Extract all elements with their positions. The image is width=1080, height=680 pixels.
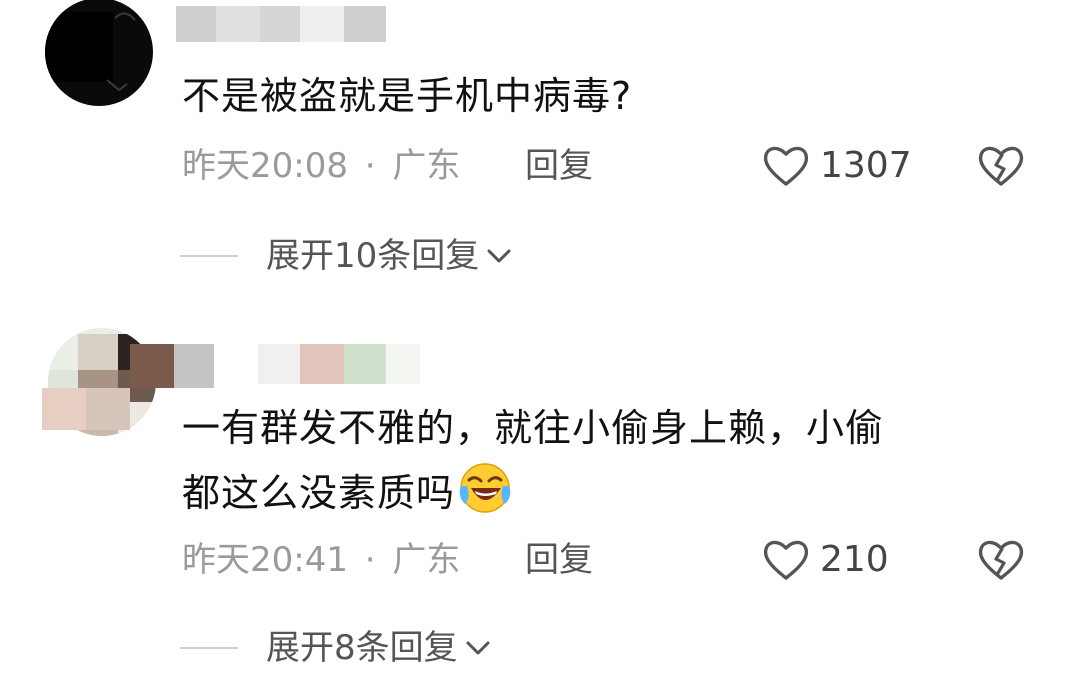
divider — [180, 647, 238, 649]
dislike-button[interactable] — [977, 538, 1025, 586]
avatar-mosaic-overlay — [86, 388, 130, 430]
like-count: 210 — [820, 539, 889, 580]
comment-text: 一有群发不雅的，就往小偷身上赖，小偷 都这么没素质吗 — [182, 396, 884, 525]
comment-time: 昨天20:41 — [182, 540, 348, 580]
avatar-mosaic-overlay — [130, 344, 174, 388]
comment-text-line: 一有群发不雅的，就往小偷身上赖，小偷 — [182, 406, 885, 450]
expand-replies-label: 展开8条回复 — [266, 628, 458, 668]
avatar-mosaic-overlay — [42, 388, 86, 430]
expand-replies-button[interactable]: 展开8条回复 — [180, 624, 492, 672]
comment-location: 广东 — [392, 540, 461, 580]
comment-meta: 昨天20:41 · 广东 回复 210 — [182, 536, 1042, 584]
like-button[interactable]: 210 — [762, 536, 889, 584]
heart-outline-icon — [763, 540, 809, 580]
avatar-mosaic-overlay — [174, 344, 214, 388]
broken-heart-icon — [978, 540, 1024, 580]
comment-item: 一有群发不雅的，就往小偷身上赖，小偷 都这么没素质吗 昨天20:41 · 广东 … — [0, 0, 1080, 680]
reply-button[interactable]: 回复 — [525, 536, 593, 584]
comment-text-line: 都这么没素质吗 — [182, 460, 884, 525]
chevron-down-icon — [466, 641, 490, 655]
username-redacted[interactable] — [258, 344, 420, 384]
laughing-crying-emoji-icon — [459, 463, 511, 513]
comment-text-line-content: 都这么没素质吗 — [182, 471, 456, 515]
meta-separator: · — [364, 540, 376, 580]
comment-time-location: 昨天20:41 · 广东 — [182, 536, 460, 584]
